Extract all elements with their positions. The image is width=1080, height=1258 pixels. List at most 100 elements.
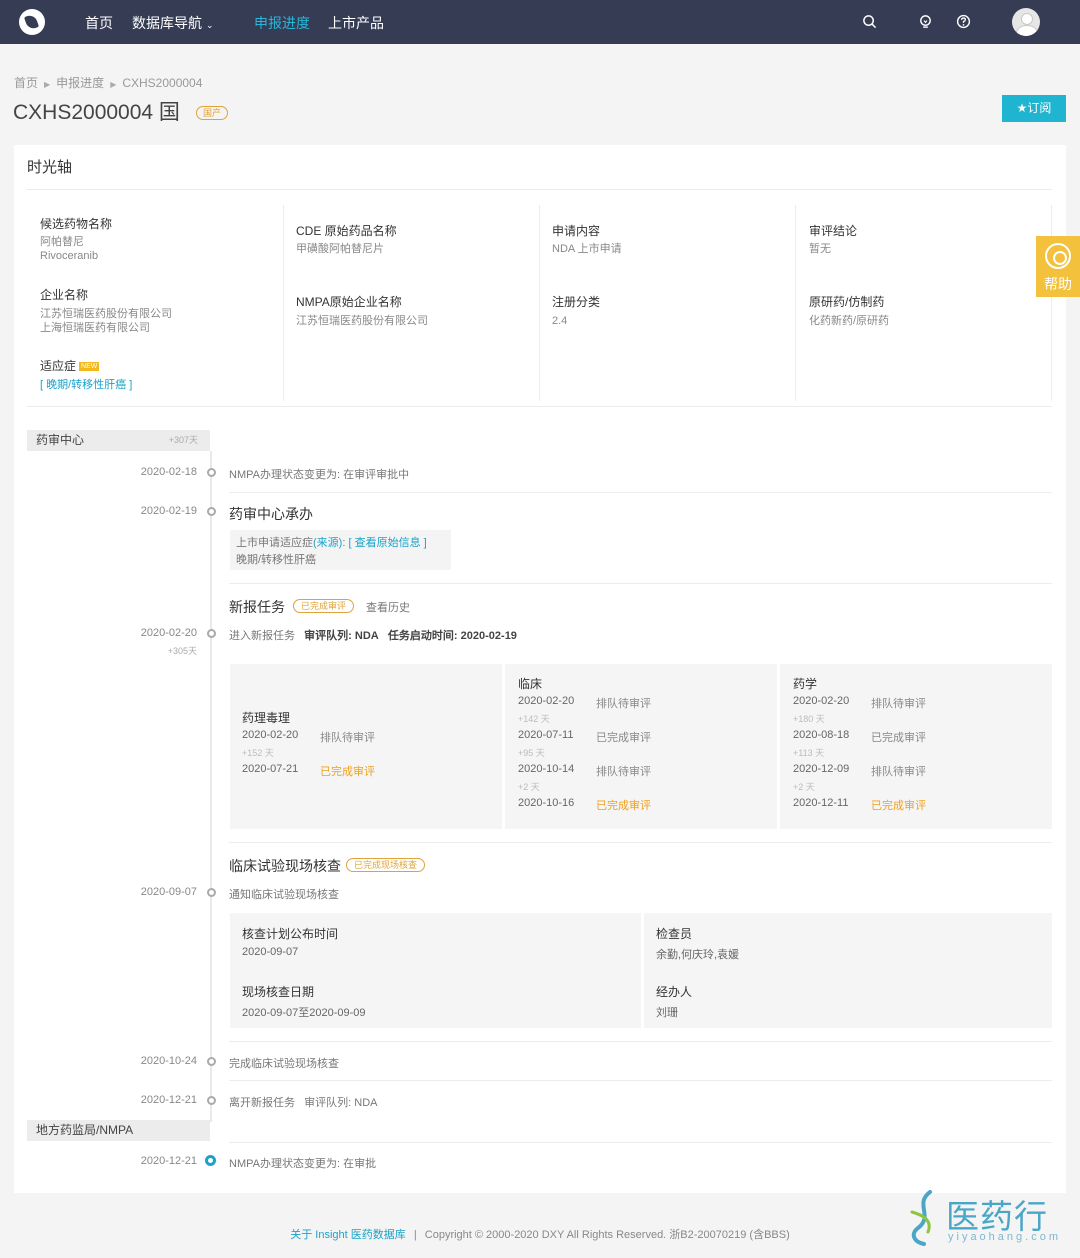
watermark-sub: yiyaohang.com (948, 1231, 1061, 1243)
apply-content-label: 申请内容 (552, 224, 601, 238)
panel-date: 2020-10-14 (518, 763, 575, 775)
helix-logo-icon (910, 1190, 932, 1246)
breadcrumb: 首页 ▶ 申报进度 ▶ CXHS2000004 (14, 74, 202, 91)
subscribe-button[interactable]: ★订阅 (1002, 95, 1066, 122)
plan-value: 2020-09-07 (242, 946, 299, 958)
queue-text: 审评队列: NDA (304, 1097, 378, 1109)
note-colon: : (342, 537, 346, 549)
event-date: 2020-02-19 (140, 505, 197, 517)
timeline-dot-icon (207, 1057, 216, 1066)
divider (283, 205, 284, 401)
new-badge: NEW (79, 362, 100, 371)
timeline-dot-icon (207, 629, 216, 638)
inspector-label: 检查员 (656, 927, 693, 941)
breadcrumb-separator-icon: ▶ (44, 80, 51, 89)
panel-date: 2020-07-11 (518, 729, 574, 741)
group-days: +307天 (168, 435, 198, 445)
queue-value: NDA (354, 630, 379, 642)
user-avatar[interactable] (1012, 8, 1040, 36)
divider (27, 189, 1052, 190)
domestic-badge: 国产 (196, 106, 229, 120)
view-original-link[interactable]: [ 查看原始信息 ] (348, 537, 426, 549)
panel-days: +142 天 (518, 714, 550, 724)
inspection-panel-right: 检查员 余勤,何庆玲,袁媛 经办人 刘珊 (644, 913, 1052, 1028)
panel-status: 排队待审评 (320, 732, 375, 744)
event-text-current: NMPA办理状态变更为: 在审批 (229, 1158, 377, 1170)
divider (27, 406, 1052, 407)
inspection-panel-left: 核查计划公布时间 2020-09-07 现场核查日期 2020-09-07至20… (230, 913, 641, 1028)
timeline-active-dot-icon (205, 1155, 216, 1166)
review-panel-clinical: 临床 2020-02-20 排队待审评 +142 天 2020-07-11 已完… (505, 664, 777, 829)
panel-status: 排队待审评 (871, 766, 926, 778)
breadcrumb-home[interactable]: 首页 (14, 76, 38, 90)
group-name: 药审中心 (36, 433, 85, 447)
top-navbar: 首页 数据库导航 ⌄ 申报进度 上市产品 (0, 0, 1080, 44)
help-button[interactable]: 帮助 (1036, 236, 1080, 297)
event-date: 2020-12-21 (140, 1094, 197, 1106)
group-header-cde: 药审中心 +307天 (27, 430, 210, 451)
nav-products[interactable]: 上市产品 (328, 13, 384, 33)
view-history-link[interactable]: 查看历史 (366, 599, 410, 615)
start-value: 2020-02-19 (460, 630, 517, 642)
inspector-value: 余勤,何庆玲,袁媛 (656, 949, 740, 961)
breadcrumb-current: CXHS2000004 (122, 76, 203, 90)
review-panel-pharmacology: 药理毒理 2020-02-20 排队待审评 +152 天 2020-07-21 … (230, 664, 502, 829)
indication-label: 适应症 NEW (40, 357, 100, 374)
panel-status: 已完成审评 (320, 766, 375, 778)
breadcrumb-progress[interactable]: 申报进度 (56, 76, 104, 90)
nav-progress[interactable]: 申报进度 (254, 13, 310, 33)
event-heading: 临床试验现场核查 (229, 858, 341, 874)
company-value-1: 江苏恒瑞医药股份有限公司 (40, 308, 172, 320)
page-title: CXHS2000004 国 (13, 101, 180, 124)
nav-database[interactable]: 数据库导航 ⌄ (132, 13, 214, 33)
event-date: 2020-02-20 (140, 627, 197, 639)
start-label: 任务启动时间: (387, 630, 458, 642)
event-text: 通知临床试验现场核查 (229, 889, 339, 901)
handler-value: 刘珊 (656, 1007, 678, 1019)
timeline-dot-icon (207, 1096, 216, 1105)
candidate-en: Rivoceranib (40, 250, 99, 262)
app-logo-icon[interactable] (19, 9, 45, 35)
reg-class-value: 2.4 (552, 315, 568, 327)
nav-database-label: 数据库导航 (132, 15, 202, 31)
divider (229, 1142, 1052, 1143)
drug-info-grid: 候选药物名称 阿帕替尼 Rivoceranib CDE 原始药品名称 甲磺酸阿帕… (27, 205, 1052, 407)
footer-about-link[interactable]: 关于 Insight 医药数据库 (290, 1229, 406, 1241)
panel-date: 2020-02-20 (242, 729, 299, 741)
panel-days: +95 天 (518, 748, 545, 758)
footer-separator: | (413, 1229, 417, 1241)
panel-status: 排队待审评 (596, 766, 651, 778)
cde-name-value: 甲磺酸阿帕替尼片 (296, 243, 384, 255)
originator-value: 化药新药/原研药 (809, 315, 890, 327)
review-conclusion-label: 审评结论 (809, 224, 858, 238)
panel-date: 2020-12-09 (793, 763, 850, 775)
panel-title: 药学 (793, 677, 818, 691)
card-title: 时光轴 (27, 159, 73, 176)
company-value-2: 上海恒瑞医药有限公司 (40, 322, 150, 334)
panel-date: 2020-12-11 (793, 797, 849, 809)
source-link[interactable]: (来源) (313, 537, 342, 549)
cde-name-label: CDE 原始药品名称 (296, 224, 397, 238)
lightbulb-icon[interactable] (918, 14, 933, 29)
panel-status: 已完成审评 (871, 732, 926, 744)
help-circle-icon[interactable] (956, 14, 971, 29)
nmpa-company-label: NMPA原始企业名称 (296, 295, 402, 309)
event-heading: 药审中心承办 (229, 506, 313, 522)
chevron-down-icon: ⌄ (206, 20, 214, 30)
timeline-card: 时光轴 候选药物名称 阿帕替尼 Rivoceranib CDE 原始药品名称 甲… (14, 145, 1066, 1193)
panel-date: 2020-10-16 (518, 797, 575, 809)
divider (229, 583, 1052, 584)
originator-label: 原研药/仿制药 (809, 295, 885, 309)
search-icon[interactable] (862, 14, 877, 29)
panel-status: 排队待审评 (596, 698, 651, 710)
panel-title: 临床 (518, 677, 543, 691)
panel-date: 2020-02-20 (793, 695, 850, 707)
divider (229, 842, 1052, 843)
note-prefix: 上市申请适应症 (236, 537, 313, 549)
panel-date: 2020-02-20 (518, 695, 575, 707)
divider (795, 205, 796, 401)
nav-home[interactable]: 首页 (85, 13, 113, 33)
divider (539, 205, 540, 401)
indication-link[interactable]: [ 晚期/转移性肝癌 ] (40, 378, 132, 392)
panel-days: +113 天 (793, 748, 825, 758)
